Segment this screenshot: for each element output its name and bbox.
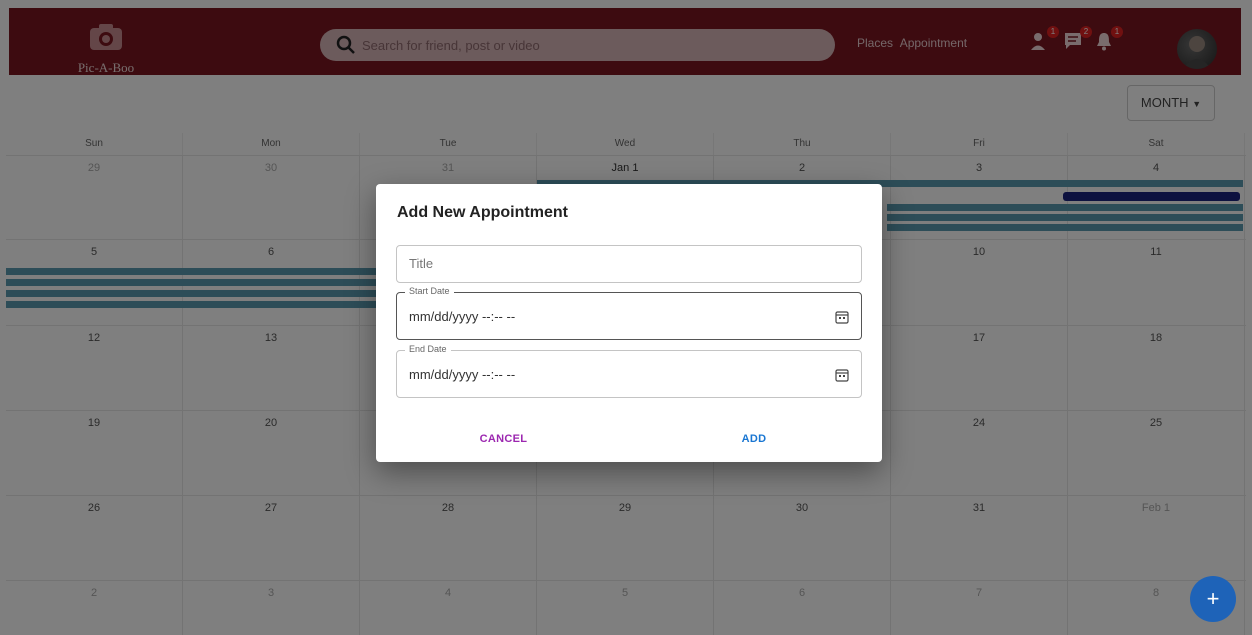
start-date-input[interactable]: [409, 309, 809, 324]
end-date-label: End Date: [405, 344, 451, 354]
calendar-icon[interactable]: [835, 368, 849, 382]
end-date-input[interactable]: [409, 367, 809, 382]
add-appointment-fab[interactable]: +: [1190, 576, 1236, 622]
start-date-field[interactable]: Start Date: [396, 286, 862, 340]
add-button[interactable]: ADD: [704, 428, 804, 450]
add-appointment-dialog: Add New Appointment Start Date End Date: [376, 184, 882, 462]
calendar-icon[interactable]: [835, 310, 849, 324]
start-date-label: Start Date: [405, 286, 454, 296]
cancel-button[interactable]: CANCEL: [456, 428, 551, 450]
title-input[interactable]: [409, 256, 809, 271]
end-date-field[interactable]: End Date: [396, 344, 862, 398]
dialog-title: Add New Appointment: [397, 204, 568, 221]
title-field[interactable]: [396, 245, 862, 283]
app-root: Pic-A-Boo Places Appointment 1: [0, 0, 1252, 635]
